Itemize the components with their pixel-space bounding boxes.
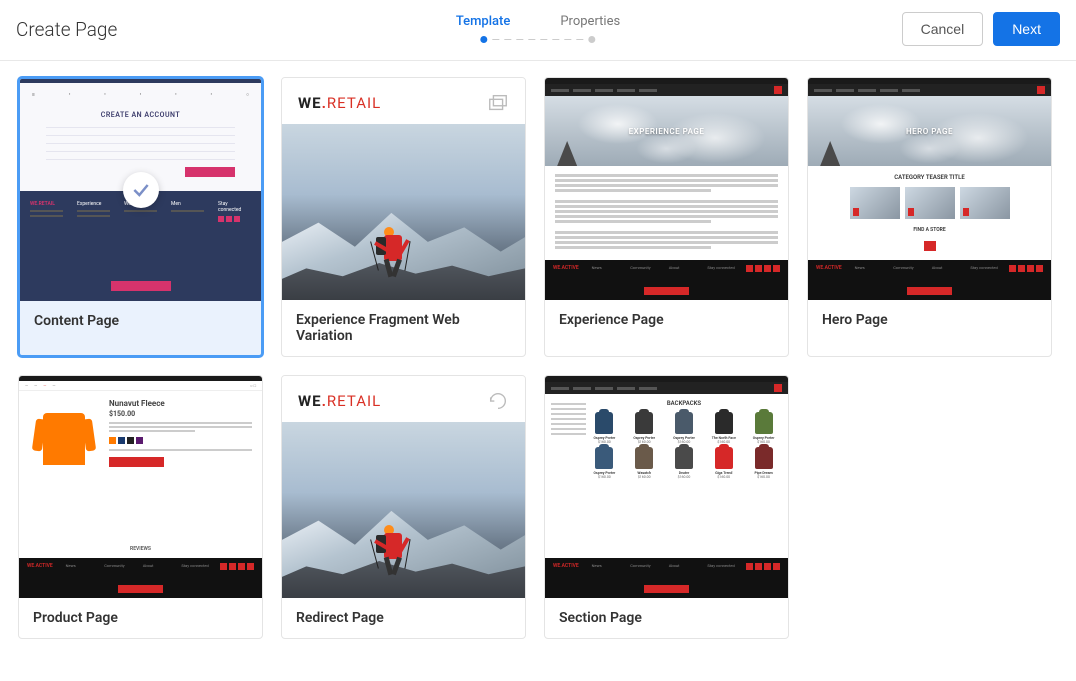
next-button[interactable]: Next (993, 12, 1060, 46)
template-label: Section Page (545, 598, 788, 638)
thumb-product-name: Nunavut Fleece (109, 399, 252, 408)
dash-icon (528, 39, 535, 40)
wizard-header: Create Page Template Properties Cancel N… (0, 0, 1076, 61)
template-card-redirect-page[interactable]: WE.RETAIL Redirect Page (281, 375, 526, 639)
fragment-icon (487, 92, 509, 114)
dash-icon (516, 39, 523, 40)
template-thumbnail: ————○ □ Nunavut Fleece $150.00 REVIEWS W… (19, 376, 262, 598)
template-thumbnail: WE.RETAIL (282, 78, 525, 300)
thumb-section-title: BACKPACKS (586, 400, 782, 407)
template-label: Experience Page (545, 300, 788, 340)
step-properties-label: Properties (560, 14, 620, 29)
dash-icon (492, 39, 499, 40)
template-label: Experience Fragment Web Variation (282, 300, 525, 356)
dash-icon (540, 39, 547, 40)
we-retail-logo: WE.RETAIL (298, 94, 381, 112)
template-thumbnail: EXPERIENCE PAGE WE.ACTIVE News Community… (545, 78, 788, 300)
template-label: Redirect Page (282, 598, 525, 638)
selected-checkmark-icon (123, 172, 159, 208)
template-thumbnail: ≡•••••○ CREATE AN ACCOUNT WE.RETAIL Expe… (20, 79, 261, 301)
template-thumbnail: WE.RETAIL (282, 376, 525, 598)
template-label: Product Page (19, 598, 262, 638)
thumb-store-label: FIND A STORE (913, 227, 945, 233)
template-card-experience-fragment[interactable]: WE.RETAIL Experience Fragment Web Variat… (281, 77, 526, 357)
redirect-icon (487, 390, 509, 412)
dash-icon (576, 39, 583, 40)
thumb-product-price: $150.00 (109, 410, 252, 418)
template-label: Hero Page (808, 300, 1051, 340)
thumb-reviews-label: REVIEWS (19, 540, 262, 558)
dash-icon (564, 39, 571, 40)
wizard-steps: Template Properties (456, 14, 620, 29)
template-label: Content Page (20, 301, 261, 341)
template-thumbnail: BACKPACKS Osprey Porter$160.00 Osprey Po… (545, 376, 788, 598)
page-title: Create Page (16, 18, 117, 41)
we-retail-logo: WE.RETAIL (298, 392, 381, 410)
dash-icon (552, 39, 559, 40)
header-actions: Cancel Next (902, 12, 1060, 46)
thumb-category-title: CATEGORY TEASER TITLE (894, 174, 965, 181)
dot-icon (588, 36, 595, 43)
dash-icon (504, 39, 511, 40)
cancel-button[interactable]: Cancel (902, 12, 984, 46)
dot-icon (480, 36, 487, 43)
step-properties: Properties (560, 14, 620, 29)
template-thumbnail: HERO PAGE CATEGORY TEASER TITLE FIND A S… (808, 78, 1051, 300)
template-card-hero-page[interactable]: HERO PAGE CATEGORY TEASER TITLE FIND A S… (807, 77, 1052, 357)
thumb-form-title: CREATE AN ACCOUNT (26, 111, 255, 119)
step-template-label: Template (456, 14, 511, 29)
step-progress-dots (480, 36, 595, 43)
template-card-content-page[interactable]: ≡•••••○ CREATE AN ACCOUNT WE.RETAIL Expe… (18, 77, 263, 357)
step-template[interactable]: Template (456, 14, 511, 29)
template-card-experience-page[interactable]: EXPERIENCE PAGE WE.ACTIVE News Community… (544, 77, 789, 357)
template-card-product-page[interactable]: ————○ □ Nunavut Fleece $150.00 REVIEWS W… (18, 375, 263, 639)
template-card-section-page[interactable]: BACKPACKS Osprey Porter$160.00 Osprey Po… (544, 375, 789, 639)
template-grid: ≡•••••○ CREATE AN ACCOUNT WE.RETAIL Expe… (0, 61, 1076, 655)
